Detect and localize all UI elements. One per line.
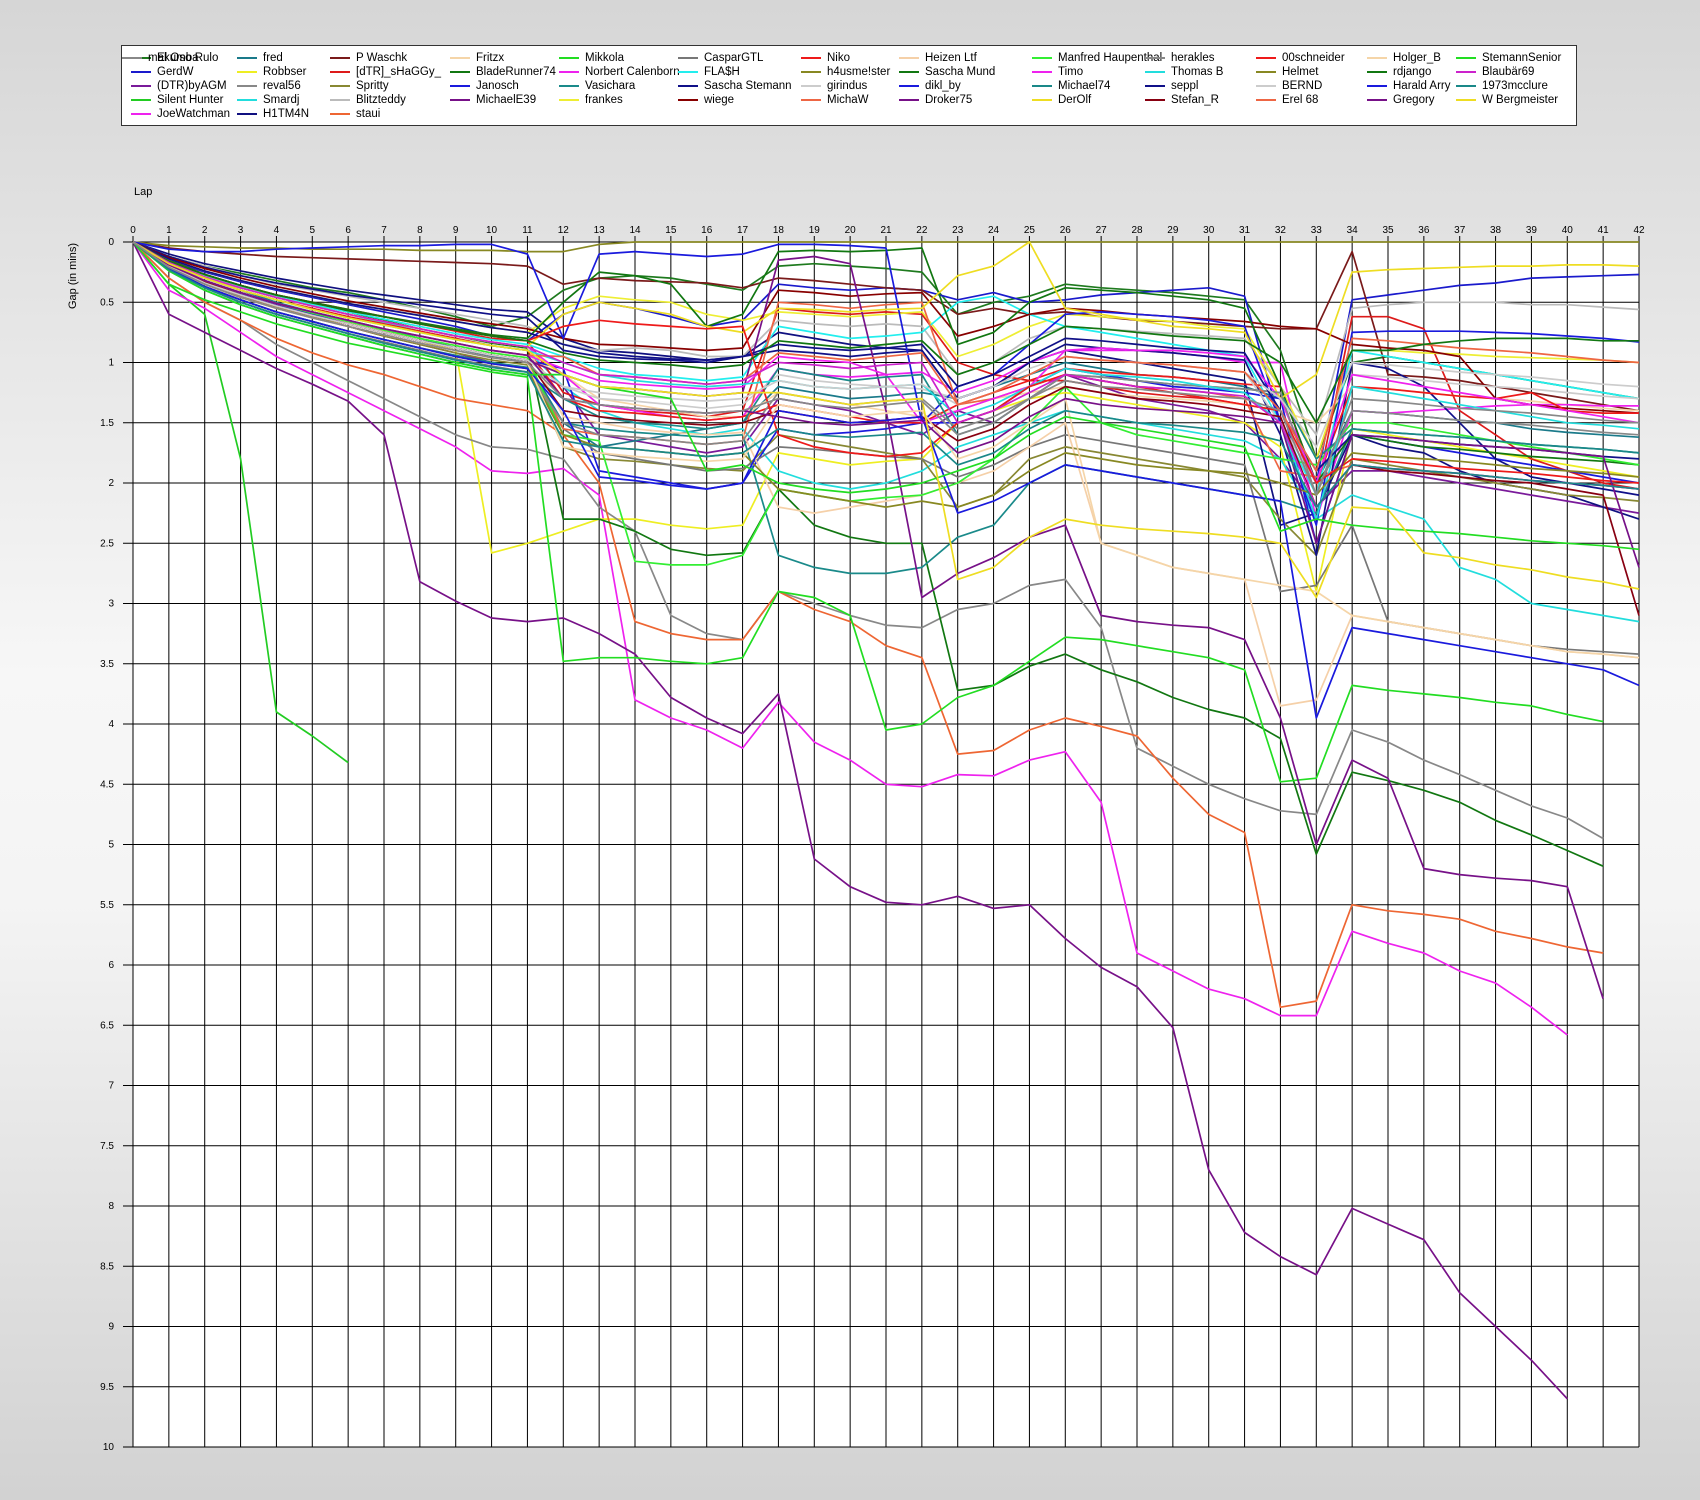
y-tick-label: 10 [103,1442,115,1453]
y-tick-label: 3.5 [100,659,114,670]
y-tick-label: 0.5 [100,297,114,308]
x-tick-label: 22 [916,225,928,236]
x-tick-label: 28 [1131,225,1143,236]
x-tick-label: 30 [1203,225,1215,236]
x-tick-label: 20 [845,225,857,236]
x-tick-label: 5 [310,225,316,236]
y-tick-label: 8 [108,1201,114,1212]
x-axis-label: Lap [134,186,152,198]
x-tick-label: 1 [166,225,172,236]
x-tick-label: 8 [417,225,423,236]
x-tick-label: 36 [1418,225,1430,236]
y-tick-label: 3 [108,599,114,610]
y-tick-label: 5.5 [100,900,114,911]
x-tick-label: 6 [345,225,351,236]
y-tick-label: 7 [108,1081,114,1092]
x-tick-label: 11 [522,225,533,236]
x-tick-label: 0 [130,225,136,236]
y-tick-label: 0 [108,237,114,248]
x-tick-label: 17 [737,225,749,236]
grid [123,236,1640,1448]
y-tick-label: 5 [108,840,114,851]
x-tick-label: 23 [952,225,964,236]
x-tick-label: 15 [665,225,677,236]
x-tick-label: 34 [1347,225,1359,236]
y-tick-label: 2.5 [100,538,114,549]
x-tick-label: 13 [594,225,606,236]
x-tick-label: 41 [1598,225,1610,236]
x-tick-label: 3 [238,225,244,236]
x-tick-label: 38 [1490,225,1502,236]
y-tick-label: 9.5 [100,1382,114,1393]
x-tick-label: 2 [202,225,208,236]
x-tick-label: 9 [453,225,459,236]
x-tick-label: 7 [381,225,387,236]
y-tick-label: 9 [108,1322,114,1333]
x-tick-label: 32 [1275,225,1287,236]
y-tick-label: 7.5 [100,1141,114,1152]
x-tick-label: 33 [1311,225,1323,236]
y-tick-label: 6.5 [100,1020,114,1031]
y-tick-label: 4.5 [100,779,114,790]
x-tick-label: 21 [880,225,892,236]
y-tick-label: 2 [108,478,114,489]
x-tick-label: 40 [1562,225,1574,236]
y-tick-label: 1 [108,358,114,369]
x-tick-label: 16 [701,225,713,236]
y-tick-label: 1.5 [100,418,114,429]
x-tick-label: 35 [1382,225,1394,236]
x-tick-label: 19 [809,225,821,236]
x-tick-label: 39 [1526,225,1538,236]
x-tick-label: 37 [1454,225,1466,236]
x-tick-label: 4 [274,225,280,236]
x-tick-label: 25 [1024,225,1036,236]
x-tick-label: 14 [629,225,641,236]
y-tick-label: 8.5 [100,1261,114,1272]
x-tick-label: 42 [1633,225,1645,236]
y-tick-label: 6 [108,960,114,971]
x-tick-label: 31 [1239,225,1251,236]
x-tick-label: 24 [988,225,1000,236]
y-axis-label: Gap (in mins) [67,243,79,309]
x-tick-label: 29 [1167,225,1179,236]
x-tick-label: 26 [1060,225,1072,236]
x-tick-label: 18 [773,225,785,236]
x-tick-label: 27 [1096,225,1108,236]
y-tick-label: 4 [108,719,114,730]
x-tick-label: 10 [486,225,498,236]
x-tick-label: 12 [558,225,570,236]
line-chart: 0 1 2 3 4 5 6 7 8 9 10 11 12 13 14 15 16 17 18 19 20 21 22 23 24… [67,186,1645,1453]
